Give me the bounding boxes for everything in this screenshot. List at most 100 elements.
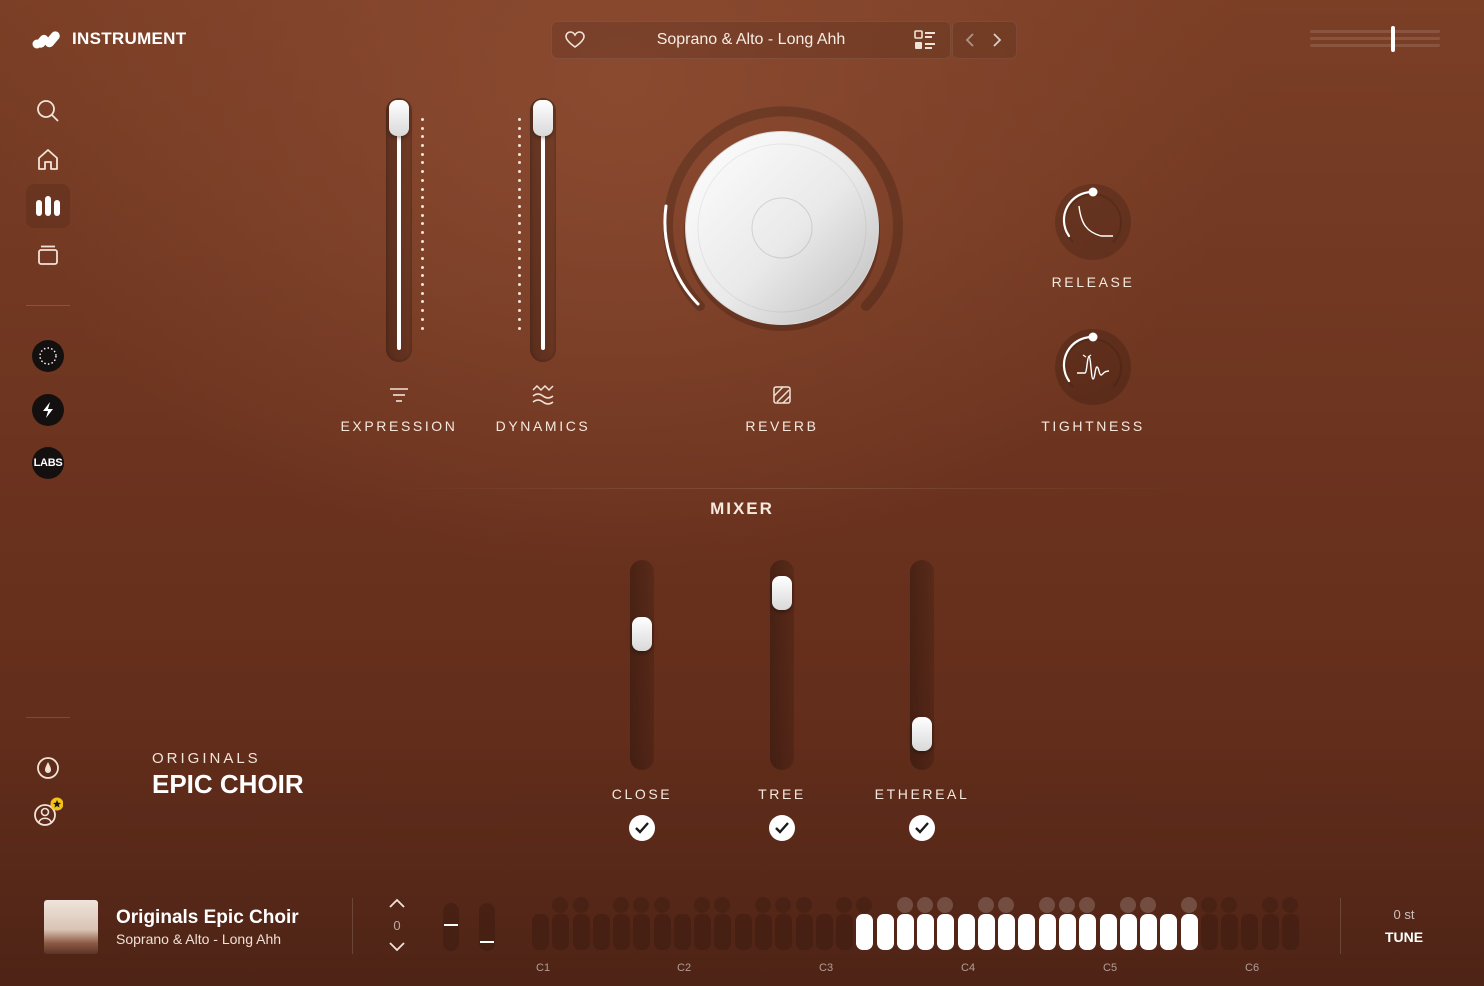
app-logo[interactable]: INSTRUMENT <box>32 28 186 50</box>
sidebar-item-search[interactable] <box>26 89 70 133</box>
piano-black-key[interactable] <box>1039 897 1055 913</box>
sidebar-partner-labs[interactable]: LABS <box>32 447 64 479</box>
volume-handle[interactable] <box>1391 26 1395 52</box>
mixer-ethereal-slider[interactable] <box>910 560 934 770</box>
piano-white-key[interactable] <box>1282 914 1299 950</box>
mixer-close-slider[interactable] <box>630 560 654 770</box>
piano-white-key[interactable] <box>674 914 691 950</box>
piano-white-key[interactable] <box>532 914 549 950</box>
piano-black-key[interactable] <box>1282 897 1298 913</box>
piano-white-key[interactable] <box>1059 914 1076 950</box>
piano-white-key[interactable] <box>573 914 590 950</box>
piano-white-key[interactable] <box>654 914 671 950</box>
piano-black-key[interactable] <box>998 897 1014 913</box>
album-art[interactable] <box>44 900 98 954</box>
piano-white-key[interactable] <box>958 914 975 950</box>
piano-black-key[interactable] <box>1201 897 1217 913</box>
piano-black-key[interactable] <box>694 897 710 913</box>
piano-white-key[interactable] <box>633 914 650 950</box>
chevron-right-icon[interactable] <box>991 32 1003 48</box>
expression-slider[interactable] <box>386 98 412 362</box>
piano-white-key[interactable] <box>1079 914 1096 950</box>
pitch-wheel[interactable] <box>443 903 459 951</box>
tightness-knob[interactable] <box>1055 329 1131 405</box>
dynamics-handle[interactable] <box>533 100 553 136</box>
piano-black-key[interactable] <box>1120 897 1136 913</box>
mixer-close-toggle[interactable] <box>629 815 655 841</box>
sidebar-item-droplet[interactable] <box>26 746 70 790</box>
piano-white-key[interactable] <box>1241 914 1258 950</box>
piano-black-key[interactable] <box>613 897 629 913</box>
reverb-knob[interactable] <box>650 96 914 360</box>
piano-white-key[interactable] <box>1140 914 1157 950</box>
piano-black-key[interactable] <box>836 897 852 913</box>
piano-white-key[interactable] <box>978 914 995 950</box>
mixer-tree-handle[interactable] <box>772 576 792 610</box>
mixer-tree-slider[interactable] <box>770 560 794 770</box>
piano-white-key[interactable] <box>552 914 569 950</box>
piano-white-key[interactable] <box>998 914 1015 950</box>
list-icon[interactable] <box>914 30 936 50</box>
piano-white-key[interactable] <box>1160 914 1177 950</box>
piano-black-key[interactable] <box>1181 897 1197 913</box>
piano-black-key[interactable] <box>1140 897 1156 913</box>
piano-black-key[interactable] <box>714 897 730 913</box>
piano-black-key[interactable] <box>917 897 933 913</box>
piano-white-key[interactable] <box>714 914 731 950</box>
sidebar-item-instrument[interactable] <box>26 184 70 228</box>
mixer-tree-toggle[interactable] <box>769 815 795 841</box>
piano-black-key[interactable] <box>856 897 872 913</box>
piano-black-key[interactable] <box>654 897 670 913</box>
piano-black-key[interactable] <box>573 897 589 913</box>
piano-black-key[interactable] <box>633 897 649 913</box>
sidebar-item-account[interactable] <box>26 790 70 834</box>
master-volume-slider[interactable] <box>1310 26 1440 52</box>
tune-value[interactable]: 0 st <box>1364 907 1444 922</box>
sidebar-item-home[interactable] <box>26 137 70 181</box>
piano-black-key[interactable] <box>897 897 913 913</box>
chevron-left-icon[interactable] <box>964 32 976 48</box>
piano-black-key[interactable] <box>937 897 953 913</box>
dynamics-slider[interactable] <box>530 98 556 362</box>
piano-white-key[interactable] <box>877 914 894 950</box>
piano-white-key[interactable] <box>897 914 914 950</box>
piano-black-key[interactable] <box>1059 897 1075 913</box>
mod-wheel[interactable] <box>479 903 495 951</box>
piano-white-key[interactable] <box>1262 914 1279 950</box>
piano-white-key[interactable] <box>694 914 711 950</box>
keyboard[interactable] <box>532 896 1302 952</box>
piano-white-key[interactable] <box>937 914 954 950</box>
piano-white-key[interactable] <box>1100 914 1117 950</box>
sidebar-partner-spitfire[interactable] <box>32 394 64 426</box>
piano-white-key[interactable] <box>917 914 934 950</box>
piano-black-key[interactable] <box>1262 897 1278 913</box>
piano-white-key[interactable] <box>1039 914 1056 950</box>
piano-white-key[interactable] <box>856 914 873 950</box>
piano-black-key[interactable] <box>1079 897 1095 913</box>
piano-black-key[interactable] <box>775 897 791 913</box>
mixer-ethereal-toggle[interactable] <box>909 815 935 841</box>
piano-black-key[interactable] <box>755 897 771 913</box>
piano-white-key[interactable] <box>755 914 772 950</box>
preset-name[interactable]: Soprano & Alto - Long Ahh <box>552 31 950 49</box>
piano-black-key[interactable] <box>796 897 812 913</box>
sidebar-partner-ring[interactable] <box>32 340 64 372</box>
piano-white-key[interactable] <box>613 914 630 950</box>
preset-selector[interactable]: Soprano & Alto - Long Ahh <box>551 21 951 59</box>
expression-handle[interactable] <box>389 100 409 136</box>
piano-white-key[interactable] <box>1018 914 1035 950</box>
piano-black-key[interactable] <box>978 897 994 913</box>
octave-up-icon[interactable] <box>388 897 406 909</box>
piano-white-key[interactable] <box>1221 914 1238 950</box>
piano-white-key[interactable] <box>1120 914 1137 950</box>
piano-white-key[interactable] <box>775 914 792 950</box>
piano-white-key[interactable] <box>1181 914 1198 950</box>
piano-white-key[interactable] <box>1201 914 1218 950</box>
sidebar-item-library[interactable] <box>26 232 70 276</box>
octave-down-icon[interactable] <box>388 941 406 953</box>
piano-white-key[interactable] <box>816 914 833 950</box>
piano-white-key[interactable] <box>796 914 813 950</box>
piano-white-key[interactable] <box>735 914 752 950</box>
release-knob[interactable] <box>1055 184 1131 260</box>
piano-white-key[interactable] <box>593 914 610 950</box>
